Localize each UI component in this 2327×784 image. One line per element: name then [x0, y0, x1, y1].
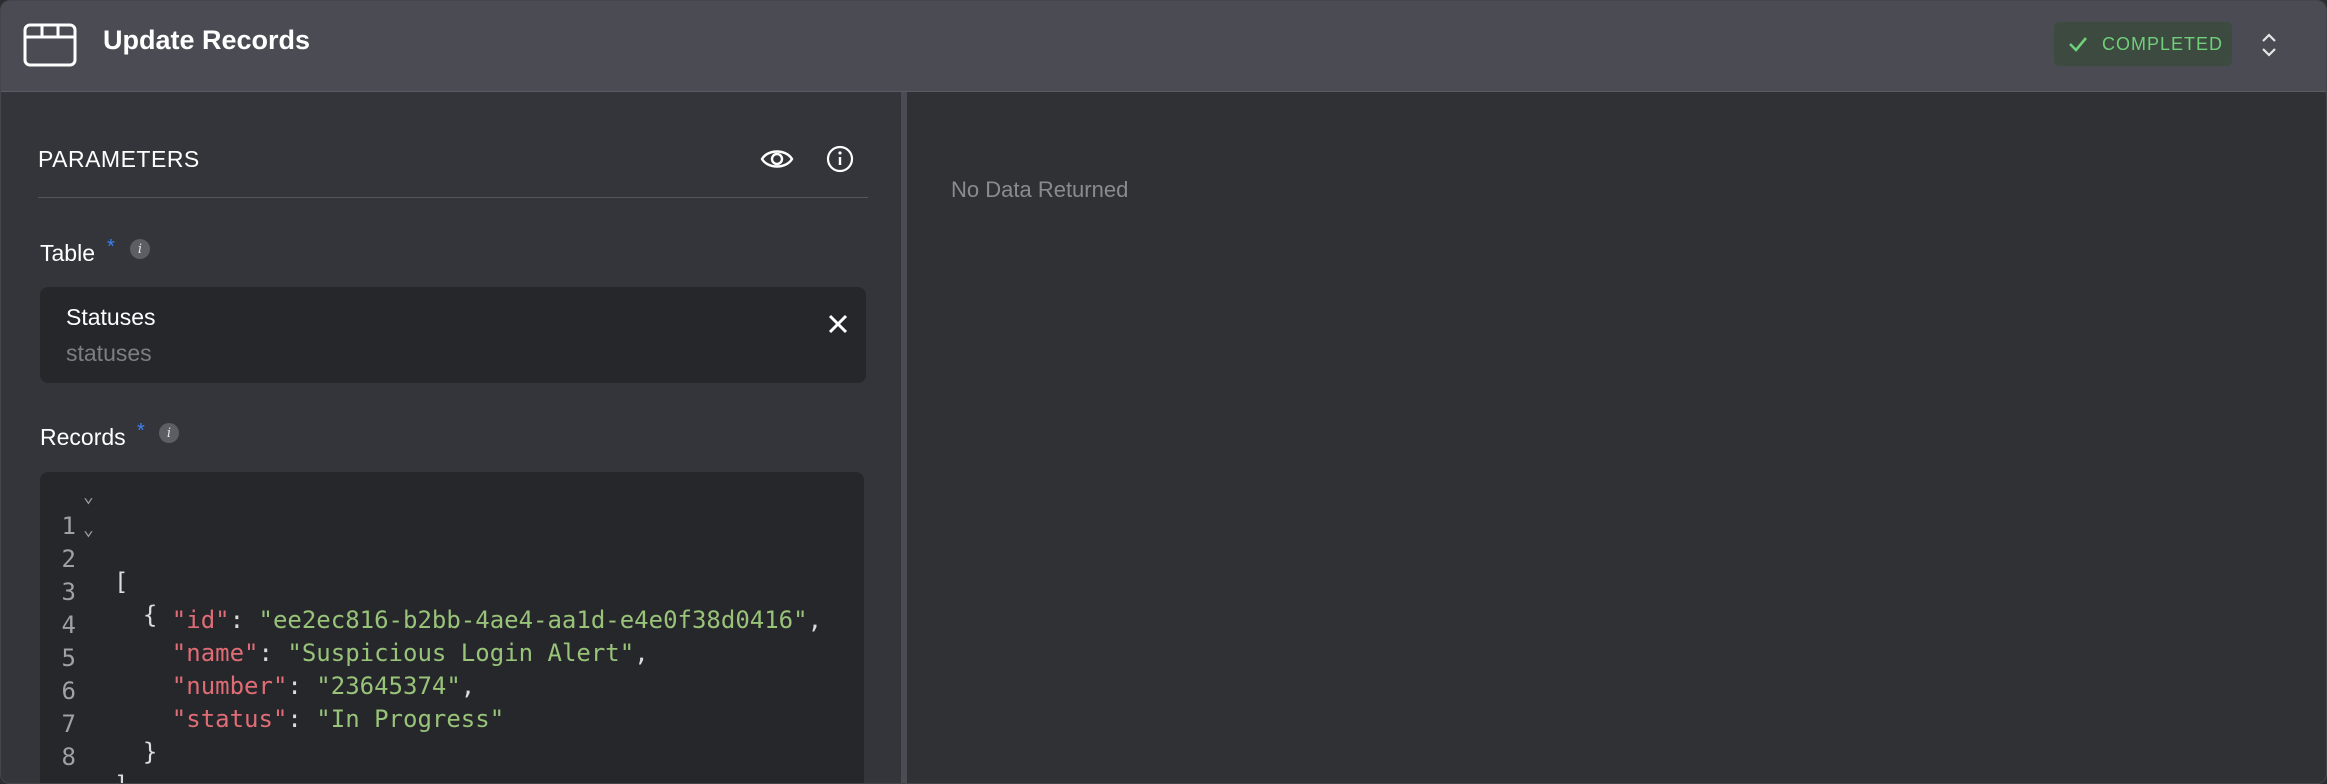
selected-table-key: statuses — [66, 340, 152, 366]
empty-result-text: No Data Returned — [951, 177, 1129, 202]
parameters-heading: PARAMETERS — [38, 146, 200, 172]
code-line: 2 ⌄ { — [40, 517, 864, 629]
selected-table-name: Statuses — [66, 304, 156, 330]
chevron-down-icon[interactable]: ⌄ — [83, 519, 94, 540]
required-marker: * — [137, 420, 145, 442]
table-info-icon[interactable]: i — [130, 239, 150, 259]
code-line: 4 "name": "Suspicious Login Alert", — [40, 583, 864, 667]
parameters-panel: PARAMETERS Table * i Statuses statuses R… — [1, 92, 901, 783]
code-line: 3 "id": "ee2ec816-b2bb-4ae4-aa1d-e4e0f38… — [40, 550, 864, 634]
result-panel: No Data Returned — [907, 92, 2326, 783]
line-number: 8 — [61, 743, 76, 771]
chevron-down-icon[interactable]: ⌄ — [83, 486, 94, 507]
code-line: 8 ] — [40, 715, 864, 783]
required-marker: * — [107, 236, 115, 258]
check-icon — [2069, 37, 2087, 52]
records-code-editor[interactable]: 1 ⌄ [ 2 ⌄ { 3 "id": "ee2ec816-b2bb-4ae4-… — [40, 472, 864, 783]
status-label: COMPLETED — [2102, 33, 2224, 54]
records-info-icon[interactable]: i — [159, 423, 179, 443]
records-field-label: Records — [40, 424, 126, 450]
table-field-label: Table — [40, 240, 95, 266]
status-badge: COMPLETED — [2054, 22, 2232, 66]
expand-collapse-icon[interactable] — [2257, 29, 2281, 61]
eye-icon[interactable] — [760, 146, 794, 172]
header-bar: Update Records COMPLETED — [1, 1, 2326, 92]
table-select[interactable]: Statuses statuses — [40, 287, 866, 383]
code-line: 7 } — [40, 682, 864, 766]
page-title: Update Records — [103, 25, 311, 55]
code-line: 5 "number": "23645374", — [40, 616, 864, 700]
workflow-step-window: Update Records COMPLETED PARAMETERS Tabl… — [0, 0, 2327, 784]
code-text: ] — [114, 771, 128, 783]
app-window-icon — [23, 23, 77, 67]
code-line: 6 "status": "In Progress" — [40, 649, 864, 733]
code-line: 1 ⌄ [ — [40, 484, 864, 596]
info-icon[interactable] — [826, 145, 854, 173]
section-divider — [38, 197, 868, 198]
close-icon[interactable] — [828, 314, 848, 334]
